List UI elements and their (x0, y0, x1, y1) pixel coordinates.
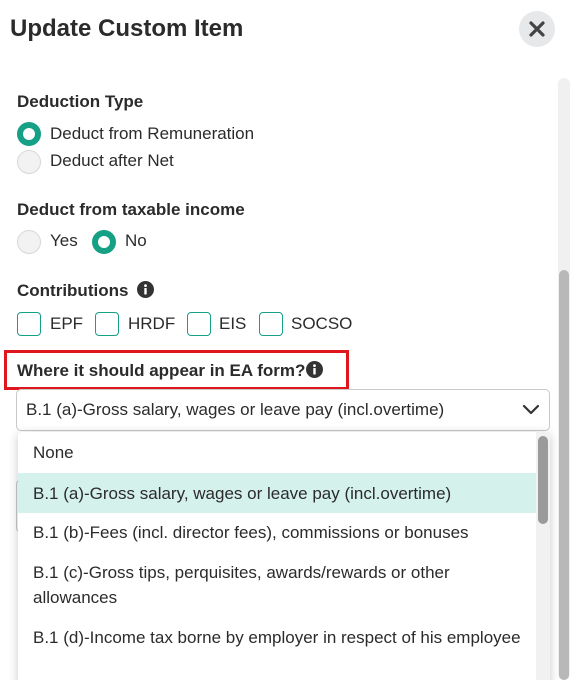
deduct-after-net-radio[interactable] (17, 150, 41, 174)
deduct-from-remuneration-label[interactable]: Deduct from Remuneration (50, 124, 254, 144)
ea-form-select-value: B.1 (a)-Gross salary, wages or leave pay… (26, 400, 445, 419)
hrdf-checkbox[interactable] (95, 312, 119, 336)
eis-checkbox[interactable] (187, 312, 211, 336)
epf-checkbox[interactable] (17, 312, 41, 336)
dropdown-option[interactable]: B.1 (c)-Gross tips, perquisites, awards/… (18, 560, 536, 612)
taxable-yes-radio[interactable] (17, 230, 41, 254)
deduction-type-label: Deduction Type (17, 92, 144, 111)
dropdown-option[interactable]: None (18, 440, 536, 472)
epf-label[interactable]: EPF (50, 314, 83, 334)
dialog-scrollbar-thumb[interactable] (559, 270, 569, 680)
close-icon (529, 21, 545, 37)
ea-form-dropdown-list: None B.1 (a)-Gross salary, wages or leav… (18, 432, 550, 680)
dropdown-scrollbar-thumb[interactable] (538, 436, 548, 524)
ea-form-info-icon[interactable] (306, 361, 323, 378)
taxable-no-label[interactable]: No (125, 231, 147, 251)
socso-label[interactable]: SOCSO (291, 314, 352, 334)
deduct-from-remuneration-radio[interactable] (17, 122, 41, 146)
taxable-income-label: Deduct from taxable income (17, 200, 245, 219)
dropdown-option[interactable]: B.1 (d)-Income tax borne by employer in … (18, 625, 536, 677)
eis-label[interactable]: EIS (219, 314, 246, 334)
dialog-title: Update Custom Item (10, 15, 244, 42)
ea-form-label: Where it should appear in EA form? (17, 361, 306, 380)
taxable-no-radio[interactable] (92, 230, 116, 254)
dropdown-option-selected[interactable]: B.1 (a)-Gross salary, wages or leave pay… (18, 473, 536, 513)
ea-form-select[interactable]: B.1 (a)-Gross salary, wages or leave pay… (16, 389, 550, 431)
hrdf-label[interactable]: HRDF (128, 314, 175, 334)
contributions-info-icon[interactable] (137, 281, 154, 298)
contributions-label: Contributions (17, 281, 129, 300)
deduct-after-net-label[interactable]: Deduct after Net (50, 151, 174, 171)
socso-checkbox[interactable] (259, 312, 283, 336)
taxable-yes-label[interactable]: Yes (50, 231, 78, 251)
chevron-down-icon (522, 404, 540, 415)
close-button[interactable] (519, 11, 555, 47)
dropdown-option[interactable]: B.1 (b)-Fees (incl. director fees), comm… (18, 520, 536, 552)
